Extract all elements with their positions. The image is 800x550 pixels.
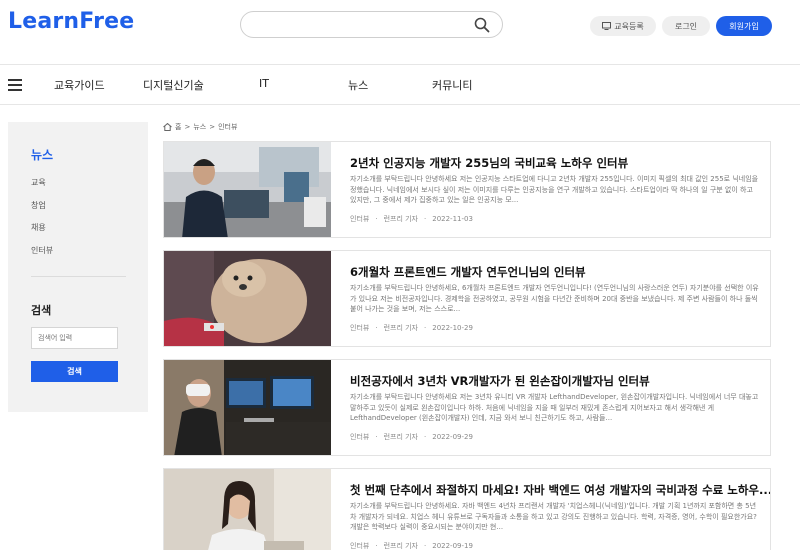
search-icon[interactable] <box>474 17 490 33</box>
login-button[interactable]: 로그인 <box>662 16 710 36</box>
signup-button[interactable]: 회원가입 <box>716 16 772 36</box>
header: LearnFree 교육등록 로그인 회원가입 <box>0 0 800 64</box>
search-input[interactable] <box>253 16 473 34</box>
logo[interactable]: LearnFree <box>8 9 134 34</box>
article-title[interactable]: 6개월차 프론트엔드 개발자 연두언니님의 인터뷰 <box>350 264 586 280</box>
course-register-label: 교육등록 <box>614 21 644 31</box>
article-category: 인터뷰 <box>350 542 370 550</box>
article-date: 2022-09-29 <box>432 433 473 441</box>
monitor-icon <box>602 22 612 30</box>
breadcrumb: 홈 > 뉴스 > 인터뷰 <box>163 122 237 132</box>
sidebar-item-education[interactable]: 교육 <box>31 177 46 188</box>
article-thumbnail[interactable] <box>164 251 331 346</box>
article-title[interactable]: 2년차 인공지능 개발자 255님의 국비교육 노하우 인터뷰 <box>350 155 628 171</box>
article-meta: 인터뷰 · 런프리 기자 · 2022-09-19 <box>350 542 473 550</box>
article-desc: 자기소개를 부탁드립니다 안녕하세요 저는 인공지능 스타트업에 다니고 2년차… <box>350 175 759 204</box>
nav-item-it[interactable]: IT <box>259 77 269 90</box>
article-meta: 인터뷰 · 런프리 기자 · 2022-11-03 <box>350 215 473 223</box>
article-date: 2022-09-19 <box>432 542 473 550</box>
article-author: 런프리 기자 <box>383 324 418 332</box>
article-date: 2022-11-03 <box>432 215 473 223</box>
article-thumbnail[interactable] <box>164 360 331 455</box>
home-icon[interactable] <box>163 123 172 131</box>
article-meta: 인터뷰 · 런프리 기자 · 2022-09-29 <box>350 433 473 441</box>
article-card[interactable]: 6개월차 프론트엔드 개발자 연두언니님의 인터뷰 자기소개를 부탁드립니다 안… <box>163 250 771 347</box>
article-card[interactable]: 2년차 인공지능 개발자 255님의 국비교육 노하우 인터뷰 자기소개를 부탁… <box>163 141 771 238</box>
article-desc: 자기소개를 부탁드립니다 안녕하세요, 6개월차 프론트엔드 개발자 연두언니입… <box>350 284 759 313</box>
course-register-button[interactable]: 교육등록 <box>590 16 656 36</box>
breadcrumb-news[interactable]: 뉴스 <box>193 122 206 132</box>
sidebar-divider <box>31 276 126 277</box>
article-category: 인터뷰 <box>350 324 370 332</box>
menu-icon[interactable] <box>8 79 22 91</box>
article-date: 2022-10-29 <box>432 324 473 332</box>
article-author: 런프리 기자 <box>383 215 418 223</box>
sidebar-search-button[interactable]: 검색 <box>31 361 118 382</box>
article-meta: 인터뷰 · 런프리 기자 · 2022-10-29 <box>350 324 473 332</box>
breadcrumb-sep: > <box>184 123 191 131</box>
main-nav: 교육가이드 디지털신기술 IT 뉴스 커뮤니티 <box>0 64 800 105</box>
article-card[interactable]: 비전공자에서 3년차 VR개발자가 된 왼손잡이개발자님 인터뷰 자기소개를 부… <box>163 359 771 456</box>
breadcrumb-interview[interactable]: 인터뷰 <box>218 122 237 132</box>
article-author: 런프리 기자 <box>383 433 418 441</box>
nav-item-guide[interactable]: 교육가이드 <box>54 77 105 93</box>
article-card[interactable]: 첫 번째 단추에서 좌절하지 마세요! 자바 백엔드 여성 개발자의 국비과정 … <box>163 468 771 550</box>
sidebar-title: 뉴스 <box>31 148 54 162</box>
article-title[interactable]: 첫 번째 단추에서 좌절하지 마세요! 자바 백엔드 여성 개발자의 국비과정 … <box>350 482 770 498</box>
nav-item-digital-tech[interactable]: 디지털신기술 <box>143 77 204 93</box>
article-category: 인터뷰 <box>350 215 370 223</box>
sidebar-search-input[interactable] <box>31 327 118 349</box>
nav-item-community[interactable]: 커뮤니티 <box>432 77 472 93</box>
sidebar: 뉴스 교육 창업 채용 인터뷰 검색 검색 <box>8 122 148 412</box>
article-title[interactable]: 비전공자에서 3년차 VR개발자가 된 왼손잡이개발자님 인터뷰 <box>350 373 650 389</box>
search-box[interactable] <box>240 11 503 38</box>
sidebar-item-startup[interactable]: 창업 <box>31 200 46 211</box>
article-thumbnail[interactable] <box>164 142 331 237</box>
sidebar-search-title: 검색 <box>31 304 52 317</box>
sidebar-item-hiring[interactable]: 채용 <box>31 222 46 233</box>
article-thumbnail[interactable] <box>164 469 331 550</box>
breadcrumb-home[interactable]: 홈 <box>175 122 181 132</box>
nav-item-news[interactable]: 뉴스 <box>348 77 368 93</box>
article-desc: 자기소개를 부탁드립니다 안녕하세요. 자바 백엔드 4년차 프리랜서 개발자 … <box>350 502 757 531</box>
article-author: 런프리 기자 <box>383 542 418 550</box>
article-desc: 자기소개를 부탁드립니다 안녕하세요 저는 3년차 유니티 VR 개발자 Lef… <box>350 393 759 422</box>
breadcrumb-sep: > <box>209 123 216 131</box>
sidebar-item-interview[interactable]: 인터뷰 <box>31 245 53 256</box>
article-category: 인터뷰 <box>350 433 370 441</box>
